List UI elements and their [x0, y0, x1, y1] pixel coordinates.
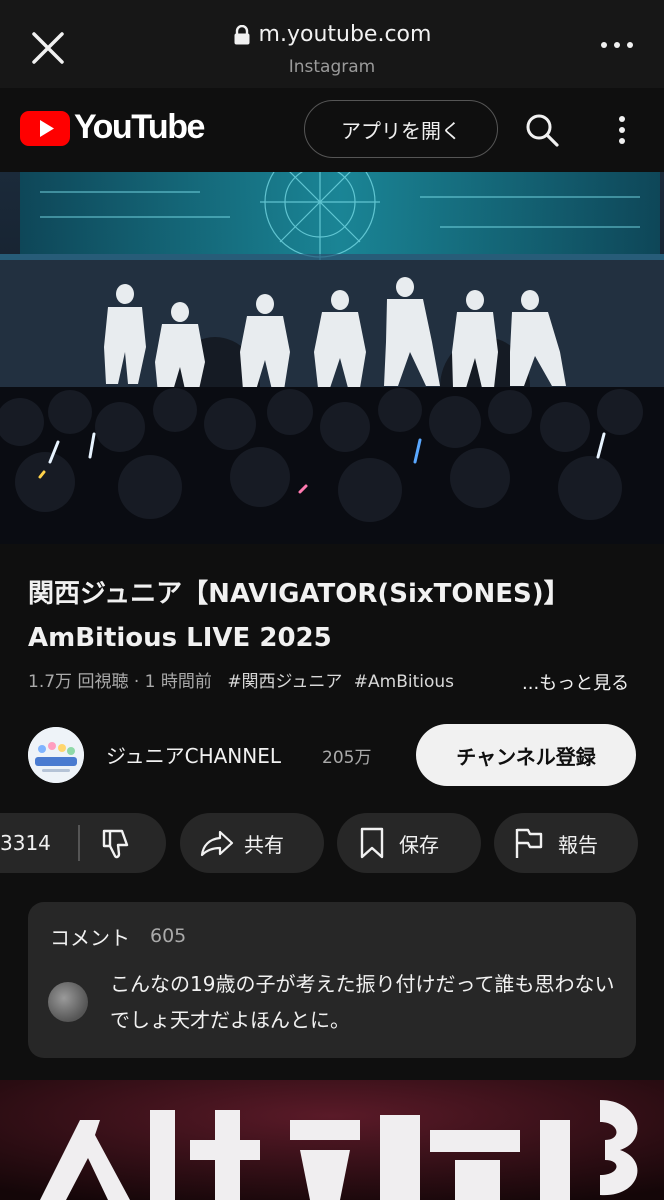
source-app-label: Instagram: [288, 56, 376, 77]
like-button[interactable]: 3314: [0, 831, 51, 855]
save-button[interactable]: 保存: [337, 813, 481, 873]
more-horizontal-icon[interactable]: [600, 38, 634, 52]
url-display[interactable]: m.youtube.com Instagram: [0, 22, 664, 77]
channel-name[interactable]: ジュニアCHANNEL: [106, 740, 281, 769]
search-icon[interactable]: [524, 112, 560, 148]
more-vertical-icon[interactable]: [612, 114, 632, 146]
next-video-thumbnail[interactable]: [0, 1080, 664, 1200]
video-player[interactable]: [0, 172, 664, 544]
bookmark-icon: [360, 827, 384, 859]
flag-icon: [515, 828, 543, 858]
hashtag-link[interactable]: #関西ジュニア: [227, 672, 342, 692]
hashtag-link[interactable]: #AmBitious: [354, 672, 454, 692]
video-title[interactable]: 関西ジュニア【NAVIGATOR(SixTONES)】AmBitious LIV…: [28, 572, 648, 660]
report-button[interactable]: 報告: [494, 813, 638, 873]
channel-logo-image: [28, 727, 84, 783]
save-label: 保存: [399, 832, 439, 857]
dislike-icon[interactable]: [100, 827, 134, 861]
thumbnail-image: [0, 1080, 664, 1200]
like-divider: [78, 825, 80, 861]
channel-avatar[interactable]: [28, 727, 84, 783]
comments-title: コメント: [50, 926, 130, 950]
report-label: 報告: [558, 832, 598, 857]
show-more-link[interactable]: ...もっと見る: [518, 669, 630, 695]
subscribe-button[interactable]: チャンネル登録: [416, 724, 636, 786]
share-label: 共有: [244, 832, 284, 857]
lock-icon: [234, 24, 250, 44]
view-count: 1.7万 回視聴: [28, 672, 129, 692]
upload-time: 1 時間前: [144, 672, 212, 692]
video-meta[interactable]: 1.7万 回視聴 · 1 時間前 #関西ジュニア #AmBitious: [28, 667, 454, 692]
youtube-logo-icon[interactable]: [20, 111, 70, 146]
youtube-wordmark[interactable]: YouTube: [74, 108, 205, 147]
top-comment-text: こんなの19歳の子が考えた振り付けだって誰も思わないでしょ天才だよほんとに。: [110, 972, 615, 1032]
comments-count: 605: [150, 925, 187, 947]
subscriber-count: 205万: [322, 748, 372, 768]
video-frame-concert-stage: [0, 172, 664, 544]
share-icon: [200, 830, 234, 857]
open-app-button[interactable]: アプリを開く: [304, 100, 498, 158]
share-button[interactable]: 共有: [180, 813, 324, 873]
url-text: m.youtube.com: [258, 22, 432, 47]
commenter-avatar: [48, 982, 88, 1022]
